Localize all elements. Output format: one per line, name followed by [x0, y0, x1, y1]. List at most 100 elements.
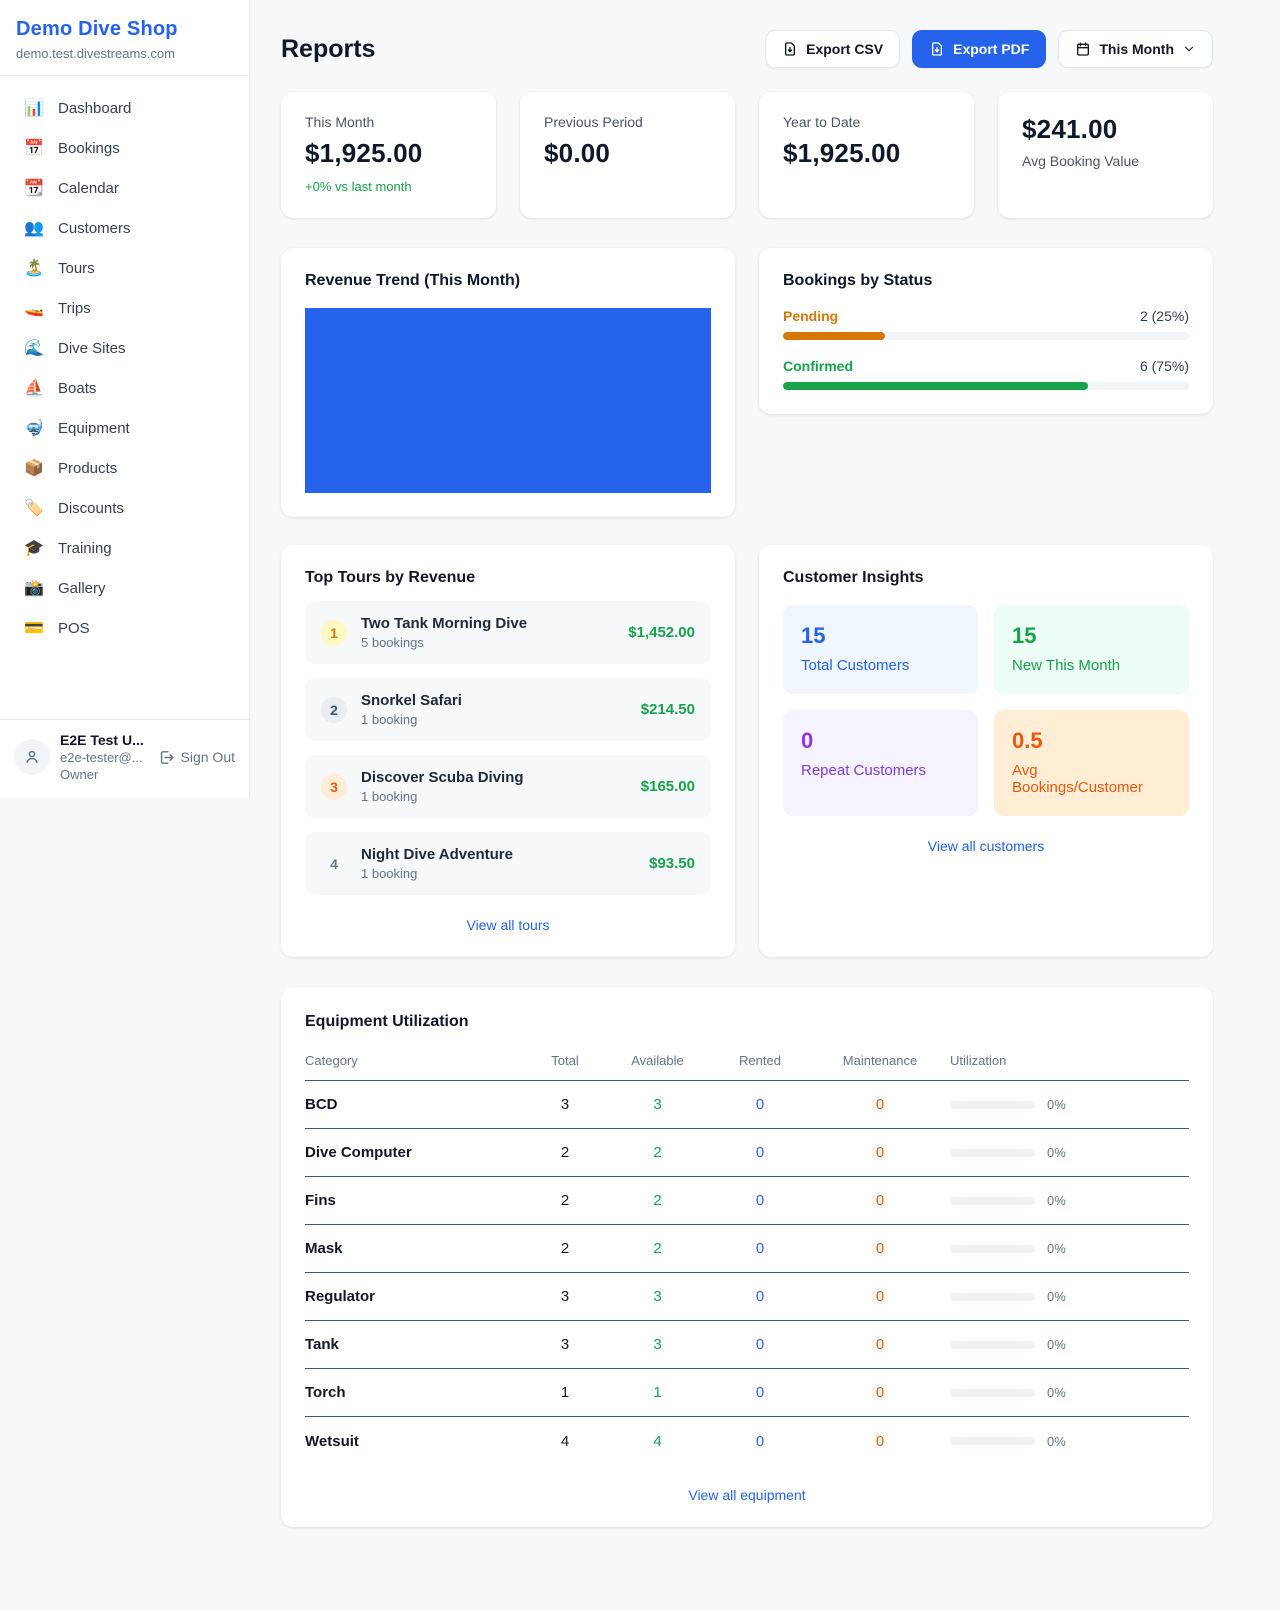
sidebar-item-tours[interactable]: 🏝️ Tours [16, 248, 233, 288]
maintenance-cell: 0 [810, 1288, 950, 1305]
progress-fill [783, 332, 885, 340]
sidebar-item-boats[interactable]: ⛵ Boats [16, 368, 233, 408]
sidebar-item-label: Products [58, 460, 117, 477]
stat-value: $0.00 [544, 138, 711, 169]
sidebar-item-dashboard[interactable]: 📊 Dashboard [16, 88, 233, 128]
package-icon: 📦 [24, 458, 44, 478]
utilization-cell: 0% [950, 1289, 1189, 1304]
tile-value: 15 [1012, 623, 1171, 649]
table-header: Category Total Available Rented Maintena… [305, 1053, 1189, 1081]
total-cell: 2 [525, 1144, 605, 1161]
calendar-icon: 📆 [24, 178, 44, 198]
utilization-bar [950, 1341, 1035, 1349]
stat-label: Avg Booking Value [1022, 153, 1189, 169]
sidebar-item-label: Discounts [58, 500, 124, 517]
export-pdf-label: Export PDF [953, 41, 1029, 57]
tour-bookings: 1 booking [361, 866, 513, 881]
rank-badge: 1 [321, 620, 347, 646]
sidebar-item-bookings[interactable]: 📅 Bookings [16, 128, 233, 168]
sidebar-item-customers[interactable]: 👥 Customers [16, 208, 233, 248]
sidebar-nav: 📊 Dashboard 📅 Bookings 📆 Calendar 👥 Cust… [0, 76, 249, 719]
column-header: Category [305, 1053, 525, 1068]
stat-label: This Month [305, 114, 472, 130]
total-cell: 3 [525, 1336, 605, 1353]
table-row: Fins 2 2 0 0 0% [305, 1177, 1189, 1225]
utilization-bar [950, 1389, 1035, 1397]
tile-repeat-customers: 0 Repeat Customers [783, 710, 978, 816]
tour-name: Night Dive Adventure [361, 846, 513, 863]
table-row: Wetsuit 4 4 0 0 0% [305, 1417, 1189, 1465]
available-cell: 2 [605, 1192, 710, 1209]
list-item: 3 Discover Scuba Diving 1 booking $165.0… [305, 755, 711, 818]
rented-cell: 0 [710, 1144, 810, 1161]
user-meta: E2E Test U... e2e-tester@... Owner [60, 732, 144, 782]
utilization-bar [950, 1245, 1035, 1253]
credit-card-icon: 💳 [24, 618, 44, 638]
sidebar-item-calendar[interactable]: 📆 Calendar [16, 168, 233, 208]
sign-out-button[interactable]: Sign Out [158, 749, 235, 766]
shop-header: Demo Dive Shop demo.test.divestreams.com [0, 0, 249, 75]
stat-value: $1,925.00 [305, 138, 472, 169]
sign-out-label: Sign Out [181, 749, 235, 765]
column-header: Total [525, 1053, 605, 1068]
tile-value: 15 [801, 623, 960, 649]
rented-cell: 0 [710, 1336, 810, 1353]
rented-cell: 0 [710, 1096, 810, 1113]
sidebar-item-trips[interactable]: 🚤 Trips [16, 288, 233, 328]
sidebar-item-label: Customers [58, 220, 131, 237]
category-cell: Torch [305, 1384, 525, 1401]
maintenance-cell: 0 [810, 1096, 950, 1113]
total-cell: 2 [525, 1192, 605, 1209]
status-row-pending: Pending 2 (25%) [783, 308, 1189, 340]
export-csv-button[interactable]: Export CSV [765, 30, 900, 68]
sidebar-item-label: Training [58, 540, 112, 557]
tile-value: 0.5 [1012, 728, 1171, 754]
tile-avg-bookings: 0.5 Avg Bookings/Customer [994, 710, 1189, 816]
table-row: Tank 3 3 0 0 0% [305, 1321, 1189, 1369]
tour-revenue: $214.50 [641, 701, 695, 718]
calendar-icon [1075, 41, 1091, 57]
maintenance-cell: 0 [810, 1384, 950, 1401]
sidebar-item-gallery[interactable]: 📸 Gallery [16, 568, 233, 608]
view-all-equipment-link[interactable]: View all equipment [305, 1487, 1189, 1503]
sidebar-item-training[interactable]: 🎓 Training [16, 528, 233, 568]
progress-track [783, 382, 1189, 390]
column-header: Maintenance [810, 1053, 950, 1068]
maintenance-cell: 0 [810, 1192, 950, 1209]
available-cell: 3 [605, 1096, 710, 1113]
view-all-customers-link[interactable]: View all customers [783, 838, 1189, 854]
utilization-bar [950, 1197, 1035, 1205]
total-cell: 3 [525, 1288, 605, 1305]
insights-row: Top Tours by Revenue 1 Two Tank Morning … [281, 545, 1213, 957]
sidebar-item-pos[interactable]: 💳 POS [16, 608, 233, 648]
tile-label: Total Customers [801, 657, 960, 674]
list-item: 1 Two Tank Morning Dive 5 bookings $1,45… [305, 601, 711, 664]
view-all-tours-link[interactable]: View all tours [305, 917, 711, 933]
progress-track [783, 332, 1189, 340]
tile-label: New This Month [1012, 657, 1171, 674]
utilization-cell: 0% [950, 1241, 1189, 1256]
maintenance-cell: 0 [810, 1336, 950, 1353]
sidebar-item-label: Dive Sites [58, 340, 126, 357]
tour-bookings: 1 booking [361, 789, 524, 804]
sign-out-icon [158, 749, 175, 766]
status-count: 2 (25%) [1140, 308, 1189, 324]
sidebar-item-equipment[interactable]: 🤿 Equipment [16, 408, 233, 448]
sidebar-item-products[interactable]: 📦 Products [16, 448, 233, 488]
status-count: 6 (75%) [1140, 358, 1189, 374]
bookings-calendar-icon: 📅 [24, 138, 44, 158]
card-title: Equipment Utilization [305, 1013, 1189, 1031]
chevron-down-icon [1182, 42, 1196, 56]
sidebar-item-dive-sites[interactable]: 🌊 Dive Sites [16, 328, 233, 368]
shop-domain: demo.test.divestreams.com [16, 46, 233, 61]
tour-name: Snorkel Safari [361, 692, 462, 709]
sidebar-item-discounts[interactable]: 🏷️ Discounts [16, 488, 233, 528]
available-cell: 3 [605, 1288, 710, 1305]
shop-name[interactable]: Demo Dive Shop [16, 18, 233, 41]
column-header: Available [605, 1053, 710, 1068]
utilization-pct: 0% [1047, 1434, 1066, 1449]
period-dropdown[interactable]: This Month [1058, 30, 1213, 68]
export-pdf-button[interactable]: Export PDF [912, 30, 1046, 68]
tour-bookings: 5 bookings [361, 635, 527, 650]
utilization-cell: 0% [950, 1434, 1189, 1449]
